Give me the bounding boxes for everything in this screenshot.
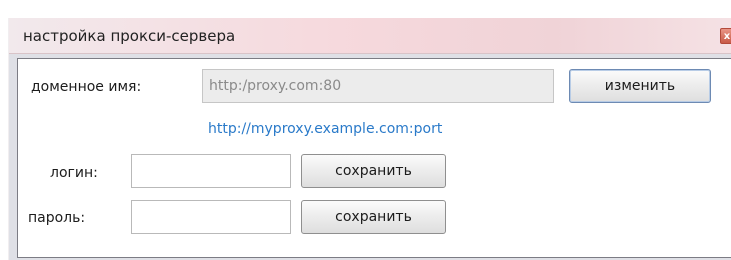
- dialog-titlebar: настройка прокси-сервера x: [9, 18, 731, 54]
- login-input[interactable]: [131, 154, 291, 188]
- password-input[interactable]: [131, 200, 291, 234]
- change-button[interactable]: изменить: [569, 69, 711, 103]
- dialog-content: доменное имя: изменить http://myproxy.ex…: [17, 58, 731, 258]
- dialog-title: настройка прокси-сервера: [23, 27, 236, 45]
- proxy-settings-dialog: настройка прокси-сервера x доменное имя:…: [8, 18, 731, 260]
- example-url-link[interactable]: http://myproxy.example.com:port: [208, 121, 442, 137]
- close-icon[interactable]: x: [720, 28, 731, 44]
- login-save-button[interactable]: сохранить: [301, 154, 446, 188]
- password-label: пароль:: [28, 210, 86, 226]
- password-save-button[interactable]: сохранить: [301, 200, 446, 234]
- domain-name-label: доменное имя:: [31, 79, 142, 95]
- login-label: логин:: [50, 165, 98, 181]
- domain-name-input[interactable]: [202, 69, 554, 103]
